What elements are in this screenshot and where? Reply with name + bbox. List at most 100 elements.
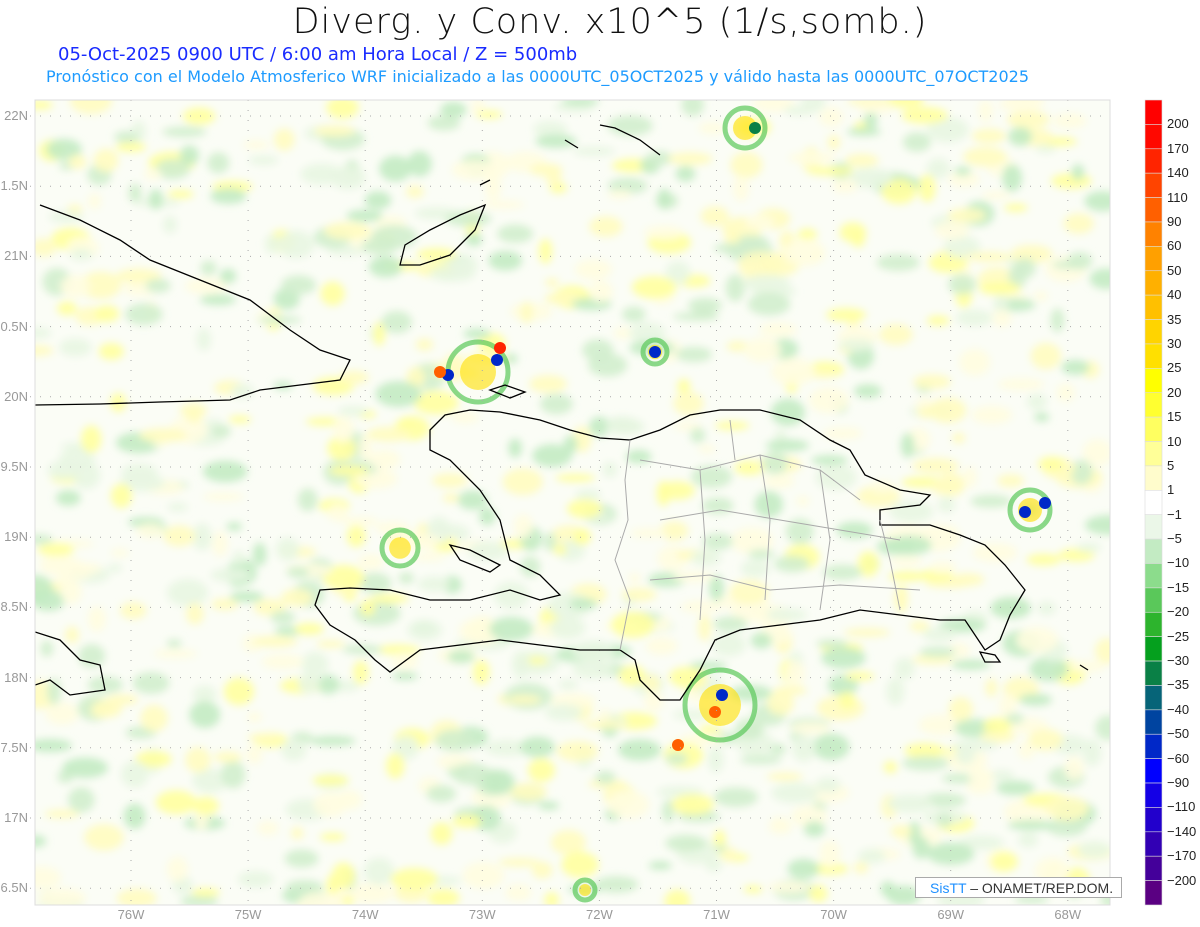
field-patch [901, 106, 949, 124]
field-patch [698, 122, 726, 135]
field-patch [1052, 113, 1087, 129]
field-patch [990, 597, 1032, 619]
field-patch [432, 473, 468, 488]
field-patch [742, 274, 791, 293]
field-patch [69, 248, 93, 261]
field-patch [555, 473, 596, 483]
field-patch [489, 616, 534, 641]
field-patch [767, 881, 810, 894]
field-patch [822, 564, 863, 580]
colorbar-label: 170 [1167, 140, 1189, 156]
field-patch [68, 154, 87, 169]
field-patch [605, 418, 646, 435]
field-patch [1050, 173, 1092, 189]
field-patch [1064, 756, 1085, 781]
field-patch [35, 345, 54, 357]
field-patch [361, 238, 399, 255]
field-patch [690, 427, 706, 443]
field-patch [759, 322, 798, 337]
colorbar [1144, 99, 1163, 906]
field-patch [502, 468, 543, 496]
field-patch [228, 415, 252, 424]
field-patch [72, 461, 101, 490]
field-patch [191, 888, 221, 897]
colorbar-label: 90 [1167, 213, 1182, 229]
field-patch [1014, 257, 1036, 279]
field-patch [992, 309, 1012, 328]
field-patch [648, 861, 672, 870]
field-patch [223, 677, 255, 706]
field-patch [370, 593, 410, 604]
field-patch [540, 393, 573, 415]
field-patch [529, 375, 568, 393]
field-patch [602, 461, 618, 478]
colorbar-swatch [1144, 490, 1163, 515]
field-patch [294, 622, 324, 636]
field-patch [87, 606, 106, 632]
field-patch [808, 884, 828, 903]
colorbar-label: 60 [1167, 238, 1182, 254]
field-patch [1004, 203, 1028, 212]
field-patch [121, 760, 149, 788]
field-patch [1002, 164, 1023, 192]
colorbar-label: −50 [1167, 726, 1190, 742]
field-patch [909, 620, 930, 632]
field-patch [482, 200, 525, 209]
field-patch [507, 695, 542, 705]
field-patch [700, 206, 730, 227]
field-patch [628, 573, 641, 584]
colorbar-swatch [1144, 611, 1163, 637]
field-patch [162, 126, 207, 138]
field-patch [264, 234, 280, 254]
field-patch [338, 405, 369, 416]
field-patch [210, 188, 247, 204]
colorbar-swatch [1144, 270, 1163, 296]
field-patch [664, 889, 691, 905]
field-patch [550, 616, 586, 640]
field-patch [98, 342, 124, 361]
field-patch [519, 301, 534, 324]
field-patch [806, 166, 855, 176]
field-patch [787, 858, 820, 879]
field-patch [323, 222, 371, 240]
field-patch [80, 425, 102, 454]
field-patch [498, 857, 540, 867]
field-patch [430, 822, 453, 845]
field-patch [488, 250, 523, 271]
field-patch [631, 275, 677, 299]
colorbar-swatch [1144, 368, 1163, 394]
divergence-core [460, 354, 496, 390]
field-patch [675, 346, 713, 363]
field-patch [739, 755, 782, 765]
colorbar-label: 35 [1167, 311, 1182, 327]
field-patch [610, 611, 655, 638]
field-patch [110, 483, 133, 509]
field-patch [912, 458, 960, 474]
field-patch [513, 514, 533, 539]
field-patch [947, 208, 986, 223]
field-patch [284, 849, 319, 868]
field-patch [107, 563, 122, 573]
field-patch [574, 259, 612, 280]
field-patch [37, 543, 75, 557]
field-patch [276, 537, 300, 561]
colorbar-label: −30 [1167, 653, 1190, 669]
field-patch [985, 678, 998, 697]
colorbar-swatch [1144, 807, 1163, 833]
field-patch [1095, 715, 1110, 741]
field-patch [572, 640, 615, 663]
colorbar-label: 30 [1167, 335, 1182, 351]
colorbar-label: 1 [1167, 482, 1175, 498]
field-patch [1038, 456, 1065, 472]
field-patch [673, 391, 704, 416]
field-patch [595, 770, 616, 784]
field-patch [792, 734, 816, 762]
field-patch [417, 576, 451, 592]
field-patch [199, 294, 237, 306]
field-patch [656, 480, 671, 507]
field-patch [1061, 359, 1090, 375]
field-patch [978, 100, 993, 123]
field-patch [981, 191, 1012, 200]
field-patch [822, 427, 863, 440]
field-patch [364, 191, 392, 210]
